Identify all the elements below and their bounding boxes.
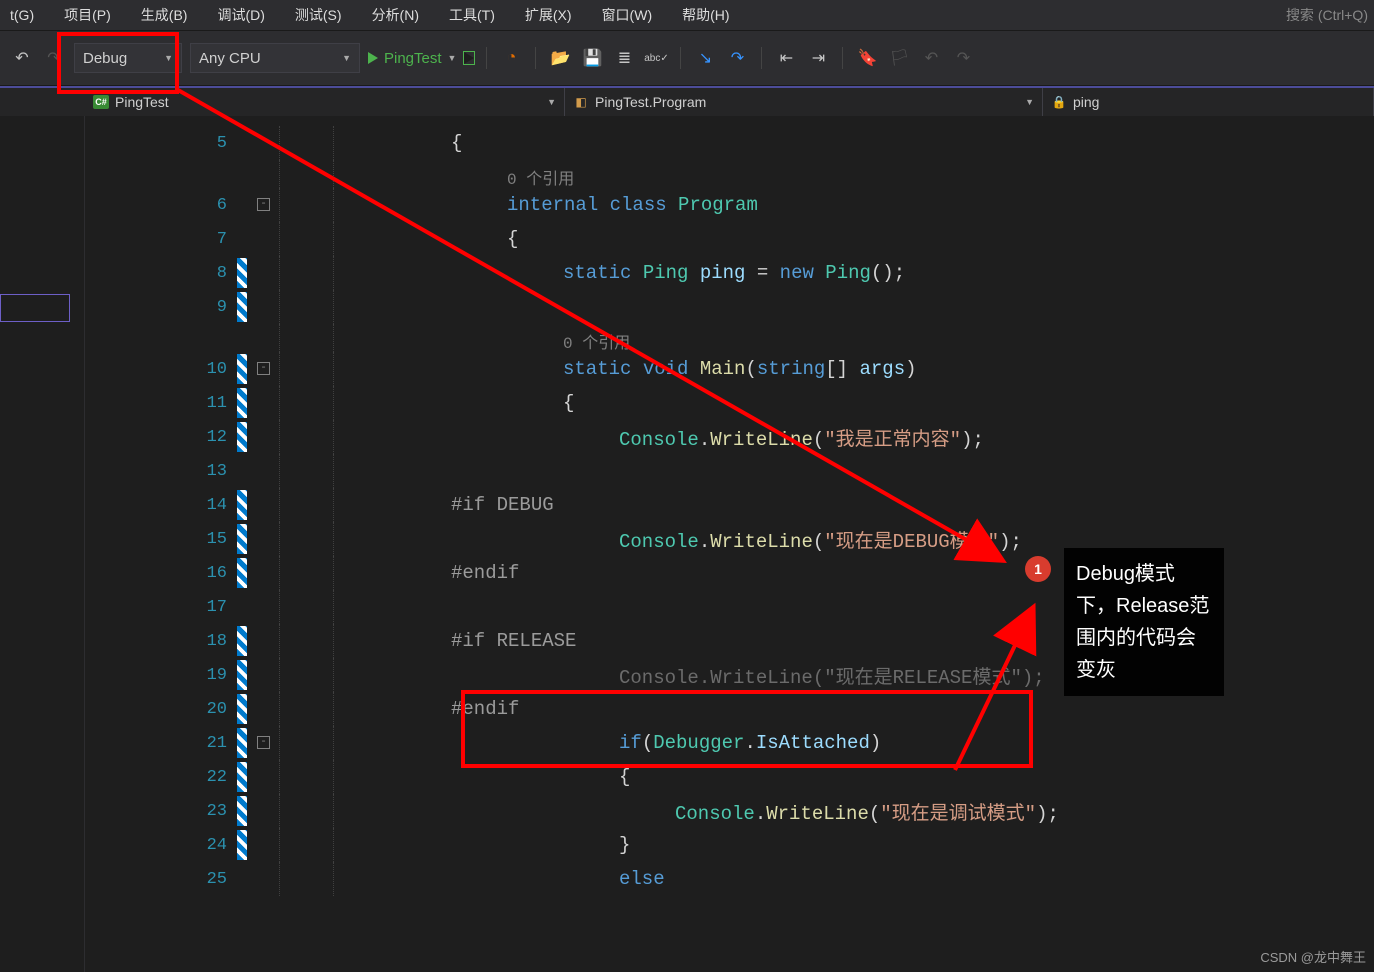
nav-fwd-icon[interactable]: ↷ <box>951 46 975 70</box>
nav-class-label: PingTest.Program <box>595 94 706 110</box>
open-file-icon[interactable]: 📂 <box>548 46 572 70</box>
nav-member-dropdown[interactable]: 🔒 ping <box>1043 88 1374 116</box>
flag-icon[interactable]: 🏳 <box>887 46 911 70</box>
code-line[interactable]: 18#if RELEASE <box>85 624 1374 658</box>
side-panel <box>0 116 85 972</box>
nav-member-label: ping <box>1073 94 1099 110</box>
code-line[interactable]: 25else <box>85 862 1374 896</box>
code-line[interactable]: 16#endif <box>85 556 1374 590</box>
menu-debug[interactable]: 调试(D) <box>213 3 268 27</box>
code-line[interactable]: 22{ <box>85 760 1374 794</box>
chevron-down-icon: ▼ <box>448 53 457 63</box>
code-line[interactable]: 10-static void Main(string[] args) <box>85 352 1374 386</box>
navigation-strip: C# PingTest ▼ ◧ PingTest.Program ▼ 🔒 pin… <box>0 86 1374 116</box>
indent-left-icon[interactable]: ⇤ <box>774 46 798 70</box>
bookmark-icon[interactable]: 🔖 <box>855 46 879 70</box>
abc-check-icon[interactable]: abc✓ <box>644 46 668 70</box>
app-root: t(G) 项目(P) 生成(B) 调试(D) 测试(S) 分析(N) 工具(T)… <box>0 0 1374 972</box>
menu-ext[interactable]: 扩展(X) <box>521 3 576 27</box>
lock-icon: 🔒 <box>1051 94 1067 110</box>
code-line[interactable]: 14#if DEBUG <box>85 488 1374 522</box>
chevron-down-icon: ▼ <box>164 53 173 63</box>
fold-toggle[interactable]: - <box>257 198 270 211</box>
code-line[interactable]: 20#endif <box>85 692 1374 726</box>
hot-reload-icon[interactable]: ◔ <box>499 46 523 70</box>
step-over-icon[interactable]: ↷ <box>725 46 749 70</box>
code-line[interactable]: 11{ <box>85 386 1374 420</box>
config-dropdown[interactable]: Debug ▼ <box>74 43 182 73</box>
nav-class-dropdown[interactable]: ◧ PingTest.Program ▼ <box>565 88 1043 116</box>
run-label: PingTest <box>384 50 442 67</box>
chevron-down-icon: ▼ <box>1025 97 1034 107</box>
side-selection <box>0 294 70 322</box>
code-line[interactable]: 9 <box>85 290 1374 324</box>
indent-right-icon[interactable]: ⇥ <box>806 46 830 70</box>
code-line[interactable]: 8static Ping ping = new Ping(); <box>85 256 1374 290</box>
start-debug-button[interactable]: PingTest ▼ <box>368 50 456 67</box>
menubar: t(G) 项目(P) 生成(B) 调试(D) 测试(S) 分析(N) 工具(T)… <box>0 0 1374 30</box>
save-icon[interactable]: 💾 <box>580 46 604 70</box>
menu-test[interactable]: 测试(S) <box>291 3 346 27</box>
menu-project[interactable]: 项目(P) <box>60 3 115 27</box>
forward-icon[interactable]: ↷ <box>42 46 66 70</box>
nav-project-dropdown[interactable]: C# PingTest ▼ <box>85 88 565 116</box>
menu-window[interactable]: 窗口(W) <box>598 3 657 27</box>
nav-project-label: PingTest <box>115 94 169 110</box>
back-icon[interactable]: ↶ <box>10 46 34 70</box>
menu-tools[interactable]: 工具(T) <box>445 3 499 27</box>
platform-dropdown[interactable]: Any CPU ▼ <box>190 43 360 73</box>
config-label: Debug <box>83 50 127 67</box>
code-editor[interactable]: 5{0 个引用6-internal class Program7{8static… <box>85 116 1374 972</box>
editor-area: 5{0 个引用6-internal class Program7{8static… <box>0 116 1374 972</box>
fold-toggle[interactable]: - <box>257 362 270 375</box>
platform-label: Any CPU <box>199 50 261 67</box>
code-line[interactable]: 21-if(Debugger.IsAttached) <box>85 726 1374 760</box>
menu-build[interactable]: 生成(B) <box>137 3 192 27</box>
menu-git[interactable]: t(G) <box>6 5 38 25</box>
code-line[interactable]: 19Console.WriteLine("现在是RELEASE模式"); <box>85 658 1374 692</box>
code-line[interactable]: 7{ <box>85 222 1374 256</box>
class-icon: ◧ <box>573 94 589 110</box>
code-line[interactable]: 13 <box>85 454 1374 488</box>
chevron-down-icon: ▼ <box>342 53 351 63</box>
nav-back-icon[interactable]: ↶ <box>919 46 943 70</box>
chevron-down-icon: ▼ <box>547 97 556 107</box>
code-line[interactable]: 6-internal class Program <box>85 188 1374 222</box>
code-line[interactable]: 17 <box>85 590 1374 624</box>
start-without-debug-icon[interactable] <box>464 52 474 64</box>
code-line[interactable]: 5{ <box>85 126 1374 160</box>
code-line[interactable]: 12Console.WriteLine("我是正常内容"); <box>85 420 1374 454</box>
fold-toggle[interactable]: - <box>257 736 270 749</box>
code-line[interactable]: 15Console.WriteLine("现在是DEBUG模式"); <box>85 522 1374 556</box>
code-line[interactable]: 23Console.WriteLine("现在是调试模式"); <box>85 794 1374 828</box>
search-input-placeholder[interactable]: 搜索 (Ctrl+Q) <box>1286 5 1368 25</box>
list-icon[interactable]: ≣ <box>612 46 636 70</box>
toolbar: ↶ ↷ Debug ▼ Any CPU ▼ PingTest ▼ ◔ 📂 💾 ≣… <box>0 30 1374 86</box>
menu-help[interactable]: 帮助(H) <box>678 3 733 27</box>
csharp-icon: C# <box>93 95 109 109</box>
step-into-icon[interactable]: ↘ <box>693 46 717 70</box>
code-line[interactable]: 24} <box>85 828 1374 862</box>
play-icon <box>368 52 378 64</box>
menu-analyze[interactable]: 分析(N) <box>368 3 423 27</box>
